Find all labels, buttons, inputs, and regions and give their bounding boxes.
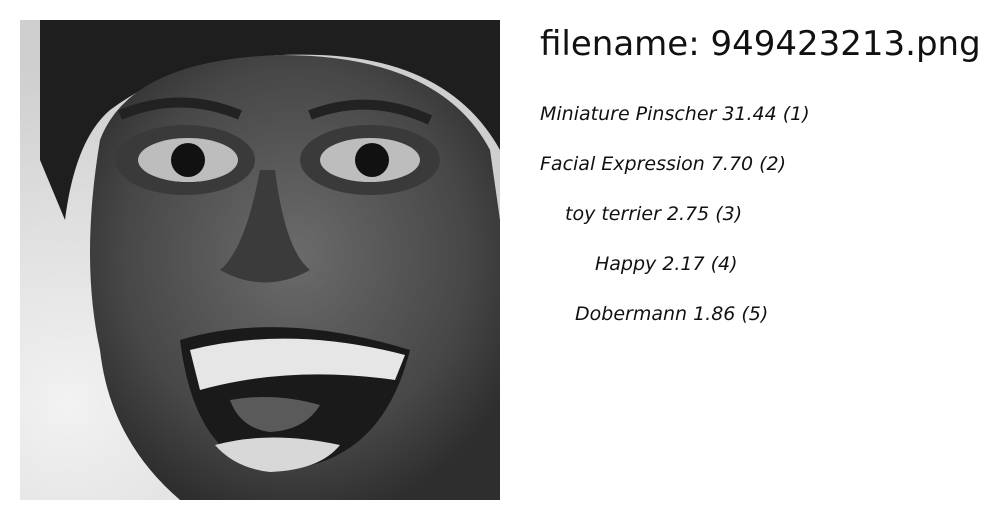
- prediction-rank: (3): [715, 203, 743, 225]
- filename-value: 949423213.png: [710, 24, 981, 64]
- prediction-rank: (5): [741, 303, 769, 325]
- filename-prefix: filename:: [540, 24, 711, 64]
- prediction-row-1: Miniature Pinscher 31.44 (1): [540, 103, 810, 125]
- prediction-label: toy terrier: [565, 203, 661, 225]
- prediction-rank: (2): [759, 153, 787, 175]
- prediction-label: Facial Expression: [540, 153, 705, 175]
- prediction-score: 2.75: [666, 203, 710, 225]
- prediction-label: Happy: [595, 253, 657, 275]
- prediction-row-4: Happy 2.17 (4): [595, 253, 738, 275]
- prediction-score: 2.17: [662, 253, 705, 275]
- prediction-label: Dobermann: [575, 303, 688, 325]
- prediction-score: 31.44: [722, 103, 777, 125]
- prediction-score: 7.70: [710, 153, 754, 175]
- prediction-score: 1.86: [693, 303, 736, 325]
- face-photo: [20, 20, 500, 500]
- filename-heading: filename: 949423213.png: [540, 24, 981, 64]
- prediction-rank: (4): [710, 253, 738, 275]
- prediction-row-5: Dobermann 1.86 (5): [575, 303, 768, 325]
- prediction-label: Miniature Pinscher: [540, 103, 717, 125]
- prediction-row-3: toy terrier 2.75 (3): [565, 203, 742, 225]
- prediction-row-2: Facial Expression 7.70 (2): [540, 153, 786, 175]
- prediction-rank: (1): [782, 103, 810, 125]
